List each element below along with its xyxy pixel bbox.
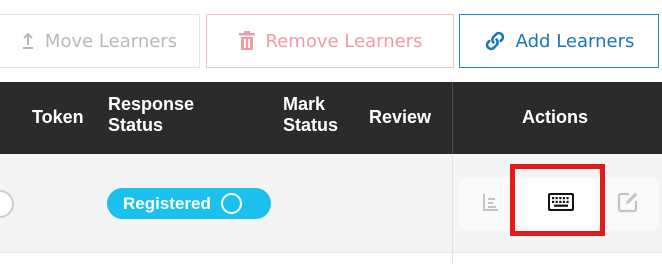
header-mark-status[interactable]: Mark Status (283, 94, 338, 136)
table-header: l Token Response Status Mark Status Revi… (0, 82, 662, 154)
header-response-status-line1: Response (108, 94, 195, 114)
header-mark-status-line2: Status (283, 115, 339, 135)
list-icon (481, 192, 501, 216)
move-up-icon (21, 32, 35, 50)
table-row: Registered (0, 154, 662, 264)
add-learners-button[interactable]: Add Learners (459, 14, 659, 68)
remove-learners-button[interactable]: Remove Learners (206, 14, 454, 68)
add-learners-label: Add Learners (515, 30, 635, 52)
status-badge-label: Registered (123, 193, 211, 213)
trash-icon (238, 31, 256, 51)
toolbar: Move Learners Remove Learners Add Learne… (0, 0, 662, 82)
circle-icon (220, 193, 242, 214)
view-details-button[interactable] (460, 178, 522, 230)
keyboard-entry-button[interactable] (527, 178, 595, 230)
header-cut-off: l (0, 87, 1, 105)
header-divider (452, 82, 453, 154)
header-response-status-line2: Status (108, 115, 164, 135)
edit-button[interactable] (608, 178, 648, 230)
row-select-circle[interactable] (0, 190, 14, 218)
header-token[interactable]: Token (32, 107, 84, 128)
move-learners-label: Move Learners (44, 30, 178, 52)
remove-learners-label: Remove Learners (265, 30, 423, 52)
row-divider (452, 154, 453, 264)
header-review[interactable]: Review (369, 107, 431, 128)
header-mark-status-line1: Mark (283, 94, 326, 114)
keyboard-icon (547, 192, 575, 216)
header-actions: Actions (522, 107, 589, 127)
move-learners-button[interactable]: Move Learners (0, 14, 200, 68)
edit-icon (617, 191, 639, 217)
header-response-status[interactable]: Response Status (108, 94, 194, 136)
status-badge: Registered (107, 188, 271, 219)
link-icon (484, 30, 506, 52)
